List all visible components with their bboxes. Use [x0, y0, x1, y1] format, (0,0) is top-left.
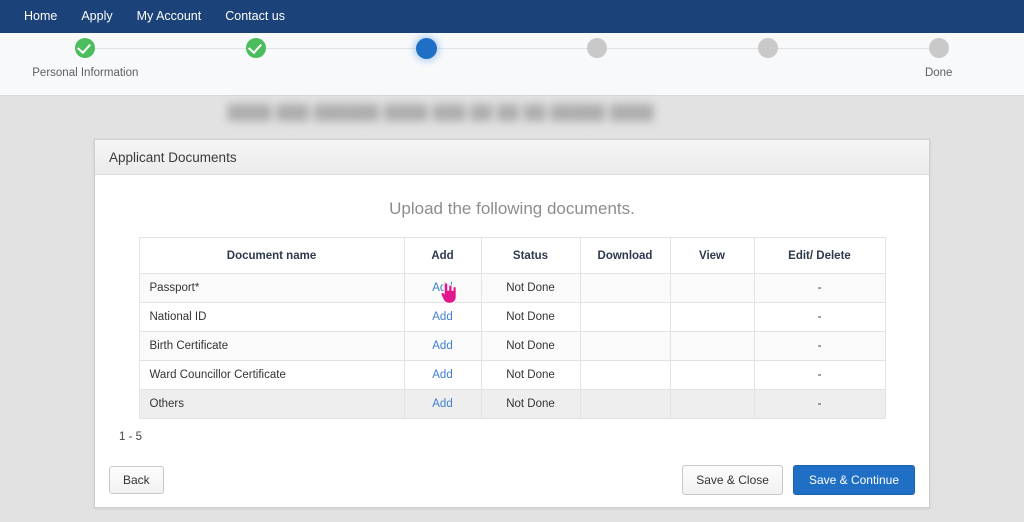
card-body: Upload the following documents. Document… [95, 175, 929, 457]
cell-download [579, 360, 671, 390]
cell-add: Add [403, 273, 482, 304]
cell-download [579, 273, 671, 303]
table-row: Others Add Not Done - [138, 389, 886, 419]
step-connector-line [853, 48, 939, 49]
step-4[interactable] [512, 33, 683, 95]
cell-view [669, 331, 755, 361]
cell-document-name: Others [138, 389, 405, 419]
nav-item-contact-us[interactable]: Contact us [213, 0, 297, 33]
cell-add: Add [403, 302, 482, 332]
redacted-banner-text: ████ ███ ██████ ████ ███ ██ ██ ██ █████ … [228, 104, 655, 120]
document-name-text: Birth Certificate [149, 340, 229, 352]
add-document-link[interactable]: Add [432, 398, 452, 410]
card-footer: Back Save & Close Save & Continue [95, 457, 929, 507]
upload-instruction-heading: Upload the following documents. [389, 199, 635, 218]
column-header-document-name: Document name [138, 237, 405, 274]
column-header-download: Download [579, 237, 671, 274]
documents-table: Document name Add Status Download View E… [138, 237, 886, 419]
column-header-view: View [669, 237, 755, 274]
step-label: Personal Information [32, 67, 139, 79]
card-title: Applicant Documents [109, 149, 237, 165]
cell-edit-delete: - [753, 389, 886, 419]
document-name-text: Passport [149, 282, 195, 294]
cell-document-name: Birth Certificate [138, 331, 405, 361]
cell-edit-delete: - [753, 331, 886, 361]
cell-document-name: Passport* [138, 273, 405, 303]
cell-view [669, 360, 755, 390]
footer-actions: Save & Close Save & Continue [682, 465, 915, 495]
table-row: Passport* Add Not Done - [138, 273, 886, 304]
cell-download [579, 331, 671, 361]
cell-view [669, 389, 755, 419]
required-asterisk: * [194, 282, 200, 294]
table-row: National ID Add Not Done - [138, 302, 886, 332]
applicant-documents-card: Applicant Documents Upload the following… [94, 139, 930, 508]
cell-edit-delete: - [753, 302, 886, 332]
step-3-active[interactable] [341, 33, 513, 95]
card-header: Applicant Documents [95, 140, 929, 175]
step-label: Done [924, 67, 953, 79]
save-and-continue-button[interactable]: Save & Continue [792, 465, 915, 495]
document-name-text: National ID [149, 311, 207, 323]
cell-status: Not Done [480, 389, 581, 419]
pagination-range: 1 - 5 [119, 431, 143, 443]
column-header-edit-delete: Edit/ Delete [753, 237, 886, 274]
step-status-pending-icon [587, 38, 608, 58]
cell-view [669, 273, 755, 303]
table-row: Birth Certificate Add Not Done - [138, 331, 886, 361]
nav-item-home[interactable]: Home [12, 0, 69, 33]
column-header-status: Status [480, 237, 581, 274]
cell-status: Not Done [480, 302, 581, 332]
table-row: Ward Councillor Certificate Add Not Done… [138, 360, 886, 390]
step-connector-line [85, 48, 171, 49]
cell-download [579, 389, 671, 419]
add-document-link[interactable]: Add [432, 311, 452, 323]
cell-add: Add [403, 331, 482, 361]
step-status-pending-icon [928, 38, 949, 58]
table-header-row: Document name Add Status Download View E… [138, 237, 886, 274]
top-navbar: Home Apply My Account Contact us [0, 0, 1024, 33]
column-header-add: Add [403, 237, 482, 274]
step-status-active-icon [416, 38, 438, 59]
page-body: Applicant Documents Upload the following… [0, 138, 1024, 522]
document-name-text: Ward Councillor Certificate [149, 369, 286, 381]
add-document-link[interactable]: Add [432, 369, 452, 381]
step-status-done-icon [246, 38, 266, 58]
cell-document-name: National ID [138, 302, 405, 332]
cell-view [669, 302, 755, 332]
cell-add: Add [403, 360, 482, 390]
nav-item-apply[interactable]: Apply [69, 0, 124, 33]
back-button[interactable]: Back [109, 466, 164, 494]
cell-download [579, 302, 671, 332]
document-name-text: Others [149, 398, 185, 410]
step-personal-information[interactable]: Personal Information [0, 33, 171, 95]
step-done[interactable]: Done [853, 33, 1024, 95]
nav-item-my-account[interactable]: My Account [125, 0, 214, 33]
cell-add: Add [403, 389, 482, 419]
progress-stepper: Personal Information Done [0, 33, 1024, 96]
cell-edit-delete: - [753, 273, 886, 303]
cell-status: Not Done [480, 360, 581, 390]
cell-status: Not Done [480, 331, 581, 361]
step-status-done-icon [75, 38, 96, 58]
step-5[interactable] [682, 33, 854, 95]
cell-edit-delete: - [753, 360, 886, 390]
step-2[interactable] [170, 33, 342, 95]
cell-document-name: Ward Councillor Certificate [138, 360, 405, 390]
redacted-banner: ████ ███ ██████ ████ ███ ██ ██ ██ █████ … [0, 96, 1024, 138]
cell-status: Not Done [480, 273, 581, 303]
add-document-link[interactable]: Add [432, 282, 452, 294]
add-document-link[interactable]: Add [432, 340, 452, 352]
save-and-close-button[interactable]: Save & Close [682, 465, 783, 495]
step-status-pending-icon [758, 38, 779, 58]
